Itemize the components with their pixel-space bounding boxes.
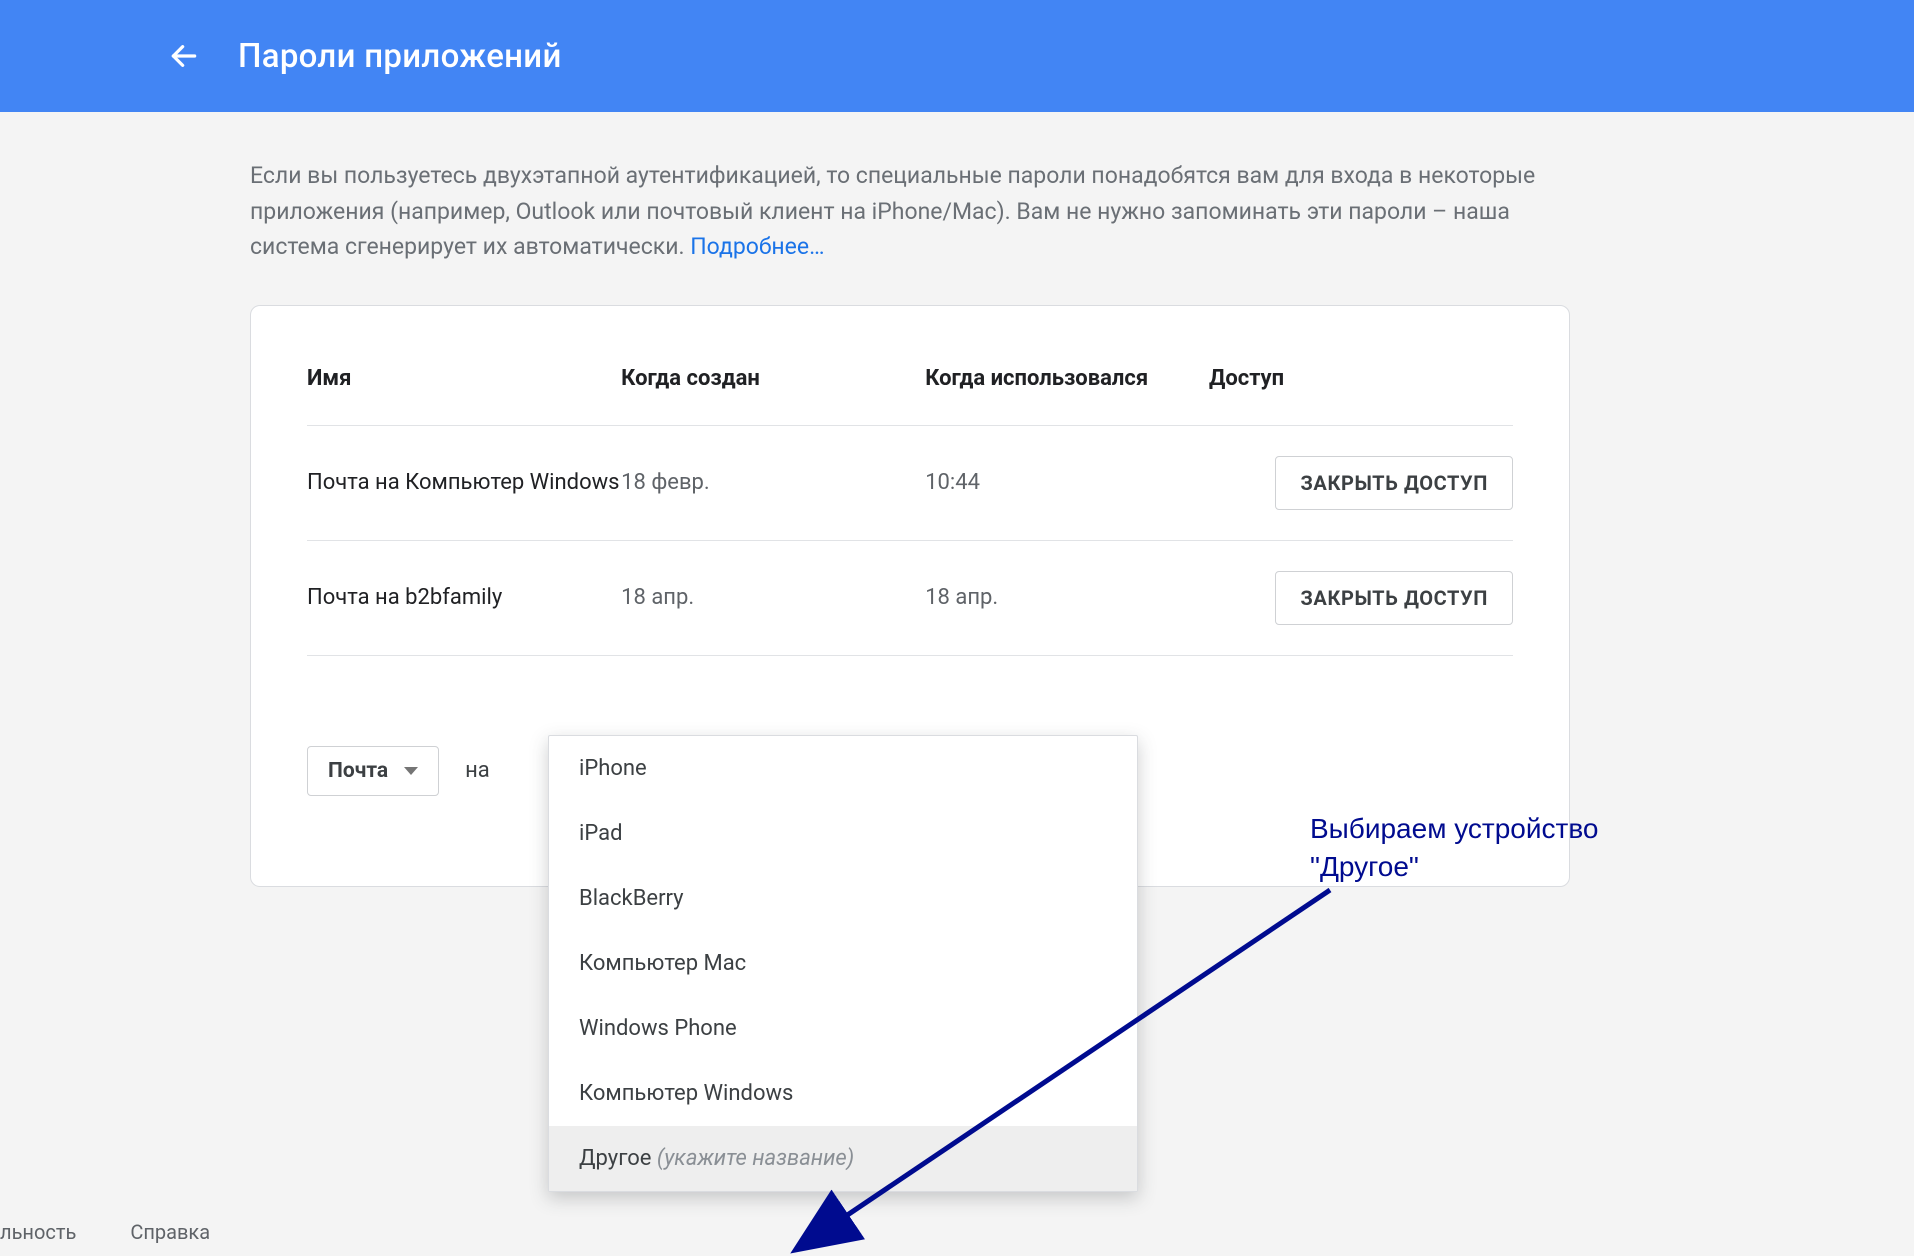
- revoke-access-button[interactable]: ЗАКРЫТЬ ДОСТУП: [1275, 456, 1513, 510]
- footer-link-privacy[interactable]: льность: [0, 1220, 76, 1244]
- learn-more-link[interactable]: Подробнее…: [690, 233, 824, 260]
- cell-name: Почта на b2bfamily: [307, 540, 621, 655]
- device-option-other[interactable]: Другое (укажите название): [549, 1126, 1137, 1191]
- table-row: Почта на Компьютер Windows 18 февр. 10:4…: [307, 425, 1513, 540]
- option-label: BlackBerry: [579, 886, 684, 911]
- option-label: iPad: [579, 821, 622, 846]
- footer-link-help[interactable]: Справка: [130, 1220, 210, 1244]
- device-option-ipad[interactable]: iPad: [549, 801, 1137, 866]
- intro-text: Если вы пользуетесь двухэтапной аутентиф…: [250, 158, 1560, 265]
- option-label: Windows Phone: [579, 1016, 737, 1041]
- footer-links: льность Справка: [0, 1220, 210, 1244]
- col-header-access: Доступ: [1209, 366, 1513, 426]
- table-row: Почта на b2bfamily 18 апр. 18 апр. ЗАКРЫ…: [307, 540, 1513, 655]
- app-select-label: Почта: [328, 759, 388, 783]
- device-option-windows-phone[interactable]: Windows Phone: [549, 996, 1137, 1061]
- revoke-access-button[interactable]: ЗАКРЫТЬ ДОСТУП: [1275, 571, 1513, 625]
- device-option-blackberry[interactable]: BlackBerry: [549, 866, 1137, 931]
- intro-body: Если вы пользуетесь двухэтапной аутентиф…: [250, 162, 1535, 260]
- app-passwords-table: Имя Когда создан Когда использовался Дос…: [307, 366, 1513, 656]
- col-header-created: Когда создан: [621, 366, 925, 426]
- option-label: Компьютер Windows: [579, 1081, 793, 1106]
- option-label: Компьютер Mac: [579, 951, 746, 976]
- cell-name: Почта на Компьютер Windows: [307, 425, 621, 540]
- app-select[interactable]: Почта: [307, 746, 439, 796]
- cell-used: 18 апр.: [925, 540, 1209, 655]
- option-hint: (укажите название): [657, 1146, 854, 1171]
- back-button[interactable]: [160, 32, 208, 80]
- cell-created: 18 апр.: [621, 540, 925, 655]
- cell-created: 18 февр.: [621, 425, 925, 540]
- device-option-iphone[interactable]: iPhone: [549, 736, 1137, 801]
- intro-section: Если вы пользуетесь двухэтапной аутентиф…: [0, 112, 1560, 265]
- page-title: Пароли приложений: [238, 37, 562, 76]
- option-label: Другое: [579, 1146, 657, 1171]
- new-password-selector: Почта на: [307, 746, 490, 796]
- device-select-menu: iPhone iPad BlackBerry Компьютер Mac Win…: [548, 735, 1138, 1192]
- arrow-left-icon: [168, 40, 200, 72]
- col-header-name: Имя: [307, 366, 621, 426]
- cell-used: 10:44: [925, 425, 1209, 540]
- option-label: iPhone: [579, 756, 647, 781]
- device-option-windows-pc[interactable]: Компьютер Windows: [549, 1061, 1137, 1126]
- col-header-used: Когда использовался: [925, 366, 1209, 426]
- device-option-mac[interactable]: Компьютер Mac: [549, 931, 1137, 996]
- selector-conjunction: на: [465, 758, 490, 783]
- app-header: Пароли приложений: [0, 0, 1914, 112]
- caret-down-icon: [404, 767, 418, 775]
